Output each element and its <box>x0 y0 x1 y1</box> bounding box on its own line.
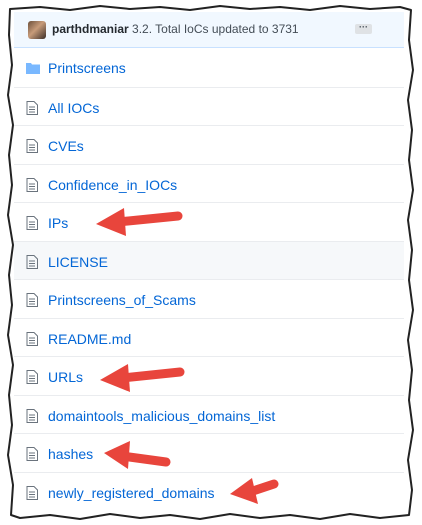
expand-commit-button[interactable]: ··· <box>355 23 372 34</box>
file-link[interactable]: domaintools_malicious_domains_list <box>48 408 275 424</box>
file-link[interactable]: All IOCs <box>48 100 99 116</box>
file-link[interactable]: hashes <box>48 446 93 462</box>
file-row-readme-md[interactable]: README.md <box>14 317 404 357</box>
file-icon <box>26 293 38 307</box>
file-link[interactable]: README.md <box>48 331 131 347</box>
file-link[interactable]: LICENSE <box>48 254 108 270</box>
file-row-license[interactable]: LICENSE <box>14 240 404 279</box>
commit-summary: parthdmaniar 3.2. Total IoCs updated to … <box>52 22 299 36</box>
file-link[interactable]: Confidence_in_IOCs <box>48 177 177 193</box>
file-icon <box>26 139 38 153</box>
file-link[interactable]: newly_registered_domains <box>48 485 215 501</box>
commit-author[interactable]: parthdmaniar <box>52 22 129 36</box>
file-link[interactable]: Printscreens <box>48 60 126 76</box>
file-icon <box>26 177 38 192</box>
file-link[interactable]: URLs <box>48 369 83 385</box>
file-icon <box>26 100 38 115</box>
file-row-confidence-in-iocs[interactable]: Confidence_in_IOCs <box>14 163 404 203</box>
file-row-newly-registered-domains[interactable]: newly_registered_domains <box>14 471 404 511</box>
file-icon <box>26 370 38 384</box>
file-icon <box>26 254 38 269</box>
file-row-printscreens[interactable]: Printscreens <box>14 48 404 87</box>
file-icon <box>26 485 38 500</box>
file-icon <box>26 447 38 461</box>
file-link[interactable]: IPs <box>48 215 68 231</box>
file-row-urls[interactable]: URLs <box>14 356 404 395</box>
latest-commit-bar: parthdmaniar 3.2. Total IoCs updated to … <box>14 12 404 48</box>
file-link[interactable]: Printscreens_of_Scams <box>48 292 196 308</box>
user-avatar[interactable] <box>28 21 46 39</box>
file-icon <box>26 408 38 423</box>
file-list: Printscreens All IOCs CVEs Confidence_in_IO… <box>14 48 404 510</box>
file-row-hashes[interactable]: hashes <box>14 433 404 472</box>
file-icon <box>26 331 38 346</box>
folder-icon <box>26 61 40 75</box>
file-row-all-iocs[interactable]: All IOCs <box>14 86 404 126</box>
file-row-domaintools-malicious-domains-list[interactable]: domaintools_malicious_domains_list <box>14 394 404 434</box>
file-row-cves[interactable]: CVEs <box>14 125 404 164</box>
commit-message[interactable]: 3.2. Total IoCs updated to 3731 <box>132 22 299 36</box>
file-link[interactable]: CVEs <box>48 138 84 154</box>
file-row-ips[interactable]: IPs <box>14 202 404 241</box>
file-icon <box>26 216 38 230</box>
file-row-printscreens-of-scams[interactable]: Printscreens_of_Scams <box>14 279 404 318</box>
file-browser-panel: parthdmaniar 3.2. Total IoCs updated to … <box>14 12 404 512</box>
